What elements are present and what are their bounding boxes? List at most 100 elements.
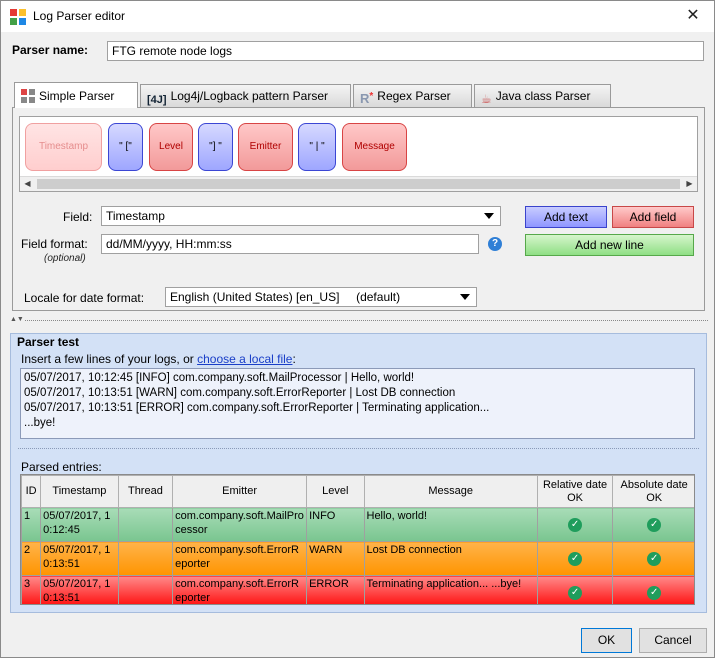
grid-icon bbox=[21, 89, 35, 103]
cell-id: 2 bbox=[21, 541, 42, 576]
log-sample-textarea[interactable]: 05/07/2017, 10:12:45 [INFO] com.company.… bbox=[20, 368, 695, 439]
table-row[interactable]: 2 05/07/2017, 10:13:51 com.company.soft.… bbox=[21, 541, 694, 576]
ok-button[interactable]: OK bbox=[581, 628, 632, 653]
column-header-absolute-date-ok[interactable]: Absolute date OK bbox=[612, 475, 694, 508]
tab-regex-parser[interactable]: R* Regex Parser bbox=[353, 84, 472, 108]
parser-name-input[interactable] bbox=[107, 41, 704, 61]
check-circle-icon: ✓ bbox=[568, 518, 583, 532]
field-select-value: Timestamp bbox=[106, 209, 165, 223]
help-icon[interactable]: ? bbox=[488, 237, 502, 251]
test-divider bbox=[18, 448, 699, 449]
cell-timestamp: 05/07/2017, 10:13:51 bbox=[40, 541, 119, 576]
add-text-button[interactable]: Add text bbox=[525, 206, 607, 228]
parser-test-panel: Parser test Insert a few lines of your l… bbox=[10, 333, 707, 613]
column-header-id[interactable]: ID bbox=[21, 475, 42, 508]
field-format-label: Field format: bbox=[21, 237, 88, 251]
tab-label: Log4j/Logback pattern Parser bbox=[170, 89, 328, 103]
check-circle-icon: ✓ bbox=[647, 518, 662, 532]
cell-relative-ok: ✓ bbox=[536, 575, 614, 604]
cell-emitter: com.company.soft.ErrorReporter bbox=[172, 575, 308, 604]
java-cup-icon: ☕ bbox=[481, 92, 492, 106]
check-circle-icon: ✓ bbox=[568, 586, 583, 600]
chevron-down-icon bbox=[484, 213, 494, 219]
parsed-entries-label: Parsed entries: bbox=[21, 460, 102, 474]
tab-label: Regex Parser bbox=[377, 89, 451, 103]
log-line: 05/07/2017, 10:13:51 [WARN] com.company.… bbox=[24, 387, 456, 399]
cell-message: Terminating application... ...bye! bbox=[363, 575, 538, 604]
scroll-right-icon[interactable]: ▶ bbox=[682, 177, 697, 191]
cell-message: Hello, world! bbox=[363, 507, 538, 542]
check-circle-icon: ✓ bbox=[647, 552, 662, 566]
window-title: Log Parser editor bbox=[33, 9, 126, 23]
cell-timestamp: 05/07/2017, 10:12:45 bbox=[40, 507, 119, 542]
cell-absolute-ok: ✓ bbox=[612, 575, 694, 604]
tab-label: Java class Parser bbox=[495, 89, 591, 103]
field-format-input[interactable] bbox=[101, 234, 479, 254]
field-label: Field: bbox=[63, 210, 93, 224]
chip-level[interactable]: Level bbox=[149, 123, 193, 171]
field-select[interactable]: Timestamp bbox=[101, 206, 501, 226]
scroll-thumb[interactable] bbox=[37, 179, 680, 189]
field-format-optional-label: (optional) bbox=[44, 253, 86, 264]
chip-text-pipe[interactable]: " | " bbox=[298, 123, 336, 171]
scroll-left-icon[interactable]: ◀ bbox=[20, 177, 35, 191]
cell-absolute-ok: ✓ bbox=[612, 507, 694, 542]
cell-absolute-ok: ✓ bbox=[612, 541, 694, 576]
chip-text-close-bracket[interactable]: "] " bbox=[198, 123, 233, 171]
cell-thread bbox=[117, 507, 174, 542]
test-instruction-prefix: Insert a few lines of your logs, or bbox=[21, 352, 198, 366]
tab-java-class-parser[interactable]: ☕ Java class Parser bbox=[474, 84, 611, 108]
column-header-timestamp[interactable]: Timestamp bbox=[40, 475, 119, 508]
field-chips-area: Timestamp " [" Level "] " Emitter " | " … bbox=[19, 116, 698, 192]
tab-log4j-parser[interactable]: [4J] Log4j/Logback pattern Parser bbox=[140, 84, 351, 108]
check-circle-icon: ✓ bbox=[647, 586, 662, 600]
horizontal-scrollbar[interactable]: ◀ ▶ bbox=[20, 176, 697, 191]
parser-name-label: Parser name: bbox=[12, 43, 89, 57]
cell-id: 3 bbox=[21, 575, 42, 604]
tab-simple-parser[interactable]: Simple Parser bbox=[14, 82, 138, 108]
title-bar: Log Parser editor ✕ bbox=[1, 1, 714, 32]
cell-thread bbox=[117, 575, 174, 604]
column-header-message[interactable]: Message bbox=[363, 475, 538, 508]
log4j-icon: [4J] bbox=[147, 94, 167, 106]
locale-select[interactable]: English (United States) [en_US] (default… bbox=[165, 287, 477, 307]
cell-level: INFO bbox=[306, 507, 365, 542]
table-header-row: ID Timestamp Thread Emitter Level Messag… bbox=[21, 475, 694, 508]
cell-message: Lost DB connection bbox=[363, 541, 538, 576]
cell-emitter: com.company.soft.ErrorReporter bbox=[172, 541, 308, 576]
cancel-button[interactable]: Cancel bbox=[639, 628, 707, 653]
chip-emitter[interactable]: Emitter bbox=[238, 123, 293, 171]
log-line: 05/07/2017, 10:13:51 [ERROR] com.company… bbox=[24, 402, 490, 414]
parser-test-title: Parser test bbox=[17, 335, 80, 349]
close-icon[interactable]: ✕ bbox=[682, 5, 704, 27]
parsed-entries-table: ID Timestamp Thread Emitter Level Messag… bbox=[20, 474, 695, 605]
column-header-relative-date-ok[interactable]: Relative date OK bbox=[536, 475, 614, 508]
test-instruction-suffix: : bbox=[292, 352, 296, 366]
locale-label: Locale for date format: bbox=[24, 291, 145, 305]
chip-text-open-bracket[interactable]: " [" bbox=[108, 123, 143, 171]
table-row[interactable]: 3 05/07/2017, 10:13:51 com.company.soft.… bbox=[21, 575, 694, 604]
chip-message[interactable]: Message bbox=[342, 123, 407, 171]
cell-id: 1 bbox=[21, 507, 42, 542]
regex-icon: R* bbox=[360, 91, 374, 106]
splitter-divider[interactable] bbox=[25, 320, 708, 321]
cell-level: ERROR bbox=[306, 575, 365, 604]
check-circle-icon: ✓ bbox=[568, 552, 583, 566]
splitter-arrows-icon[interactable]: ▲▼ bbox=[10, 316, 24, 324]
log-parser-editor-window: Log Parser editor ✕ Parser name: Simple … bbox=[0, 0, 715, 658]
column-header-level[interactable]: Level bbox=[306, 475, 365, 508]
cell-relative-ok: ✓ bbox=[536, 507, 614, 542]
column-header-emitter[interactable]: Emitter bbox=[172, 475, 308, 508]
chip-timestamp[interactable]: Timestamp bbox=[25, 123, 102, 171]
tab-label: Simple Parser bbox=[39, 89, 115, 103]
choose-local-file-link[interactable]: choose a local file bbox=[197, 352, 292, 366]
table-row[interactable]: 1 05/07/2017, 10:12:45 com.company.soft.… bbox=[21, 507, 694, 542]
simple-parser-panel: Timestamp " [" Level "] " Emitter " | " … bbox=[12, 107, 705, 311]
column-header-thread[interactable]: Thread bbox=[117, 475, 174, 508]
log-line: ...bye! bbox=[24, 417, 56, 429]
add-field-button[interactable]: Add field bbox=[612, 206, 694, 228]
cell-relative-ok: ✓ bbox=[536, 541, 614, 576]
cell-thread bbox=[117, 541, 174, 576]
add-new-line-button[interactable]: Add new line bbox=[525, 234, 694, 256]
cell-timestamp: 05/07/2017, 10:13:51 bbox=[40, 575, 119, 604]
